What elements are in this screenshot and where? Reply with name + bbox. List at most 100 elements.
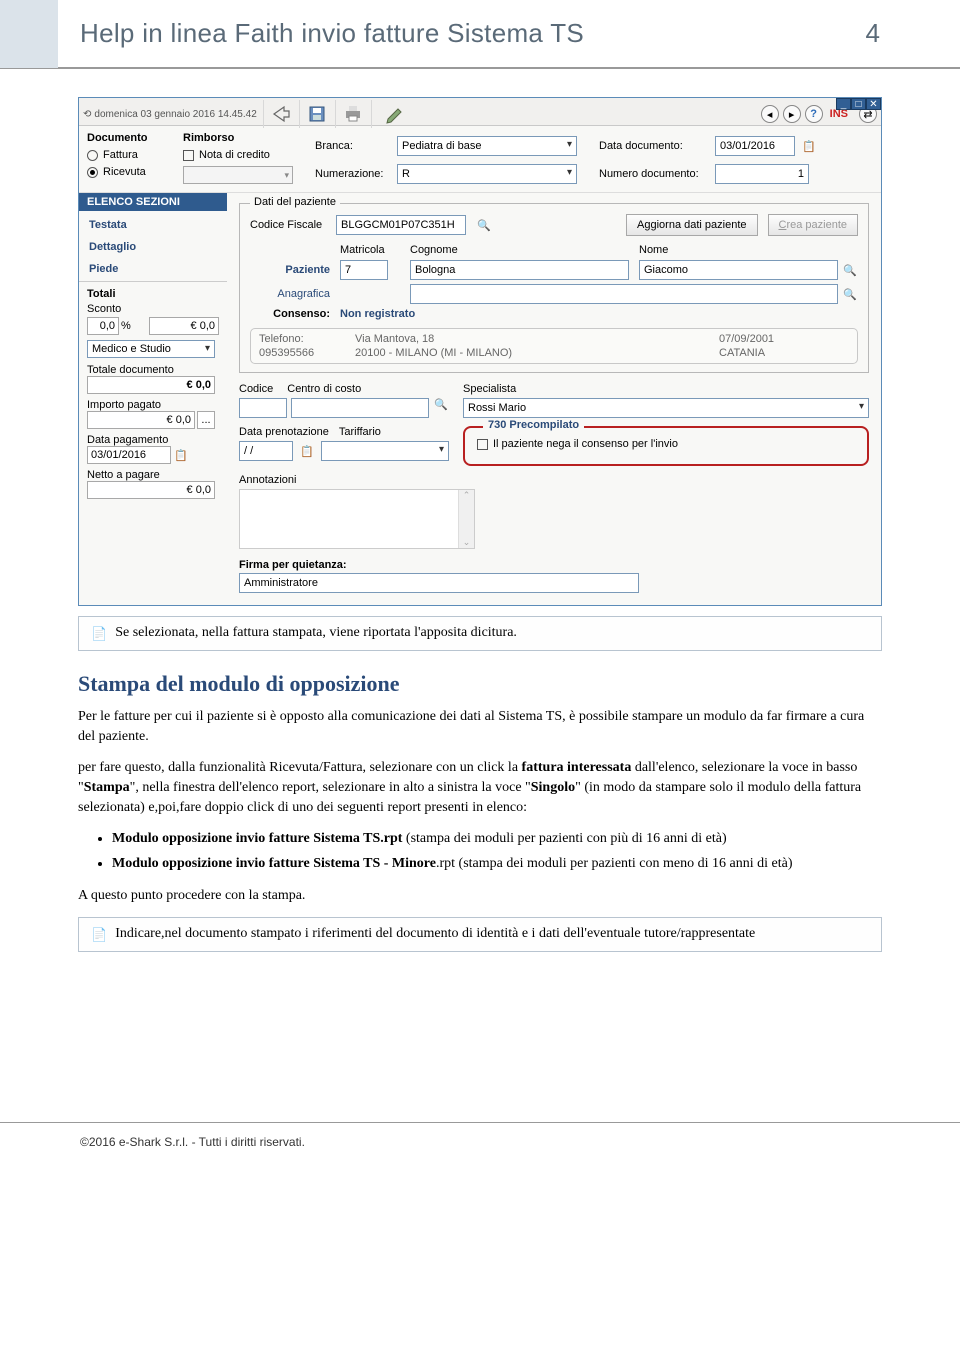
documento-label: Documento <box>87 132 171 144</box>
footer: ©2016 e-Shark S.r.l. - Tutti i diritti r… <box>0 1122 960 1161</box>
calendar-icon[interactable]: 📋 <box>299 445 315 458</box>
codice-label: Codice <box>239 383 273 395</box>
search-icon[interactable]: 🔍 <box>476 219 492 232</box>
sezione-piede[interactable]: Piede <box>89 263 217 275</box>
window-controls: _ □ ✕ <box>836 98 881 110</box>
tot-doc-label: Totale documento <box>87 364 219 376</box>
list-item: Modulo opposizione invio fatture Sistema… <box>112 828 882 849</box>
tariffario-select[interactable] <box>321 441 449 461</box>
search-icon[interactable]: 🔍 <box>842 288 858 301</box>
p2: per fare questo, dalla funzionalità Rice… <box>78 758 882 819</box>
tot-doc-value: € 0,0 <box>87 376 215 394</box>
p3: A questo punto procedere con la stampa. <box>78 886 882 906</box>
left-panel: ELENCO SEZIONI Testata Dettaglio Piede T… <box>79 193 227 605</box>
close-icon[interactable]: ✕ <box>866 98 881 110</box>
precompilato-box: 730 Precompilato Il paziente nega il con… <box>463 426 869 466</box>
doc-title: Help in linea Faith invio fatture Sistem… <box>80 18 584 49</box>
radio-fattura[interactable]: Fattura <box>87 149 171 161</box>
sezione-dettaglio[interactable]: Dettaglio <box>89 241 217 253</box>
numerazione-select[interactable]: R <box>397 164 577 184</box>
help-icon[interactable]: ? <box>805 105 823 123</box>
cb-nega-consenso[interactable]: Il paziente nega il consenso per l'invio <box>477 438 855 450</box>
branca-select[interactable]: Pediatra di base <box>397 136 577 156</box>
branca-label: Branca: <box>315 140 391 152</box>
edit-icon[interactable] <box>371 100 419 128</box>
scrollbar[interactable]: ⌃⌄ <box>458 490 474 548</box>
toolbar: _ □ ✕ ⟲ domenica 03 gennaio 2016 14.45.4… <box>79 98 881 126</box>
radio-ricevuta[interactable]: Ricevuta <box>87 166 171 178</box>
back-icon: ⟲ <box>83 109 91 120</box>
doc-header: Help in linea Faith invio fatture Sistem… <box>0 0 960 69</box>
addr1: Via Mantova, 18 <box>355 333 709 345</box>
save-icon[interactable] <box>299 100 335 128</box>
sconto-val: € 0,0 <box>149 317 219 335</box>
data-pag-input[interactable]: 03/01/2016 <box>87 446 171 464</box>
tel-value: 095395566 <box>259 347 345 359</box>
dati-paziente-fieldset: Dati del paziente Codice Fiscale BLGGCM0… <box>239 203 869 373</box>
nav-next-icon[interactable]: ▸ <box>783 105 801 123</box>
page-number: 4 <box>866 18 880 49</box>
maximize-icon[interactable]: □ <box>851 98 866 110</box>
firma-input[interactable]: Amministratore <box>239 573 639 593</box>
arrow-icon[interactable] <box>263 100 299 128</box>
addr2: 20100 - MILANO (MI - MILANO) <box>355 347 709 359</box>
calendar-icon[interactable]: 📋 <box>173 449 189 462</box>
precompilato-legend: 730 Precompilato <box>483 419 584 431</box>
crea-paziente-button: CCrea pazienterea paziente <box>768 214 859 236</box>
right-panel: Dati del paziente Codice Fiscale BLGGCM0… <box>227 193 881 605</box>
pct-symbol: % <box>121 320 131 332</box>
numerazione-label: Numerazione: <box>315 168 391 180</box>
aggiorna-button[interactable]: Aggiorna dati paziente <box>626 214 757 236</box>
minimize-icon[interactable]: _ <box>836 98 851 110</box>
matricola-input[interactable]: 7 <box>340 260 388 280</box>
nav-prev-icon[interactable]: ◂ <box>761 105 779 123</box>
tariffario-label: Tariffario <box>339 426 381 438</box>
cognome-label: Cognome <box>410 244 629 256</box>
data-pren-input[interactable]: / / <box>239 441 293 461</box>
sezione-testata[interactable]: Testata <box>89 219 217 231</box>
anagrafica-input[interactable] <box>410 284 838 304</box>
list-item: Modulo opposizione invio fatture Sistema… <box>112 853 882 874</box>
sconto-label: Sconto <box>87 303 219 315</box>
consenso-label: Consenso: <box>250 308 330 320</box>
calendar-icon[interactable]: 📋 <box>801 140 817 153</box>
nome-input[interactable]: Giacomo <box>639 260 838 280</box>
annotazioni-label: Annotazioni <box>239 474 449 486</box>
num-doc-input[interactable]: 1 <box>715 164 809 184</box>
annotazioni-textarea[interactable]: ⌃⌄ <box>239 489 475 549</box>
p1: Per le fatture per cui il paziente si è … <box>78 707 882 748</box>
data-doc-label: Data documento: <box>599 140 709 152</box>
imp-pag-more[interactable]: ... <box>197 411 215 429</box>
centro-input[interactable] <box>291 398 429 418</box>
note-box-2: 📄 Indicare,nel documento stampato i rife… <box>78 917 882 952</box>
birth-place: CATANIA <box>719 347 849 359</box>
imp-pag-value: € 0,0 <box>87 411 195 429</box>
footer-text: ©2016 e-Shark S.r.l. - Tutti i diritti r… <box>80 1135 305 1149</box>
cb-nota-credito[interactable]: Nota di credito <box>183 149 303 161</box>
history-back[interactable]: ⟲ domenica 03 gennaio 2016 14.45.42 <box>83 109 257 120</box>
note-text-2: Indicare,nel documento stampato i riferi… <box>115 926 755 942</box>
search-icon[interactable]: 🔍 <box>842 264 858 277</box>
print-icon[interactable] <box>335 100 371 128</box>
codice-input[interactable] <box>239 398 287 418</box>
cognome-input[interactable]: Bologna <box>410 260 629 280</box>
firma-label: Firma per quietanza: <box>239 559 869 571</box>
medico-studio-select[interactable]: Medico e Studio <box>87 340 215 358</box>
cf-input[interactable]: BLGGCM01P07C351H <box>336 215 466 235</box>
page-stripe <box>0 0 58 68</box>
section-heading: Stampa del modulo di opposizione <box>78 671 882 697</box>
netto-value: € 0,0 <box>87 481 215 499</box>
anagrafica-label: Anagrafica <box>250 288 330 300</box>
data-doc-input[interactable]: 03/01/2016 <box>715 136 795 156</box>
note-icon: 📄 <box>91 927 107 943</box>
centro-label: Centro di costo <box>287 383 361 395</box>
note-text-1: Se selezionata, nella fattura stampata, … <box>115 625 517 641</box>
specialista-select[interactable]: Rossi Mario <box>463 398 869 418</box>
data-pren-label: Data prenotazione <box>239 426 329 438</box>
consenso-value: Non registrato <box>340 308 858 320</box>
rimborso-select[interactable] <box>183 166 293 184</box>
dati-paziente-legend: Dati del paziente <box>250 196 340 208</box>
sconto-pct-input[interactable]: 0,0 <box>87 317 119 335</box>
search-icon[interactable]: 🔍 <box>433 398 449 418</box>
imp-pag-label: Importo pagato <box>87 399 219 411</box>
